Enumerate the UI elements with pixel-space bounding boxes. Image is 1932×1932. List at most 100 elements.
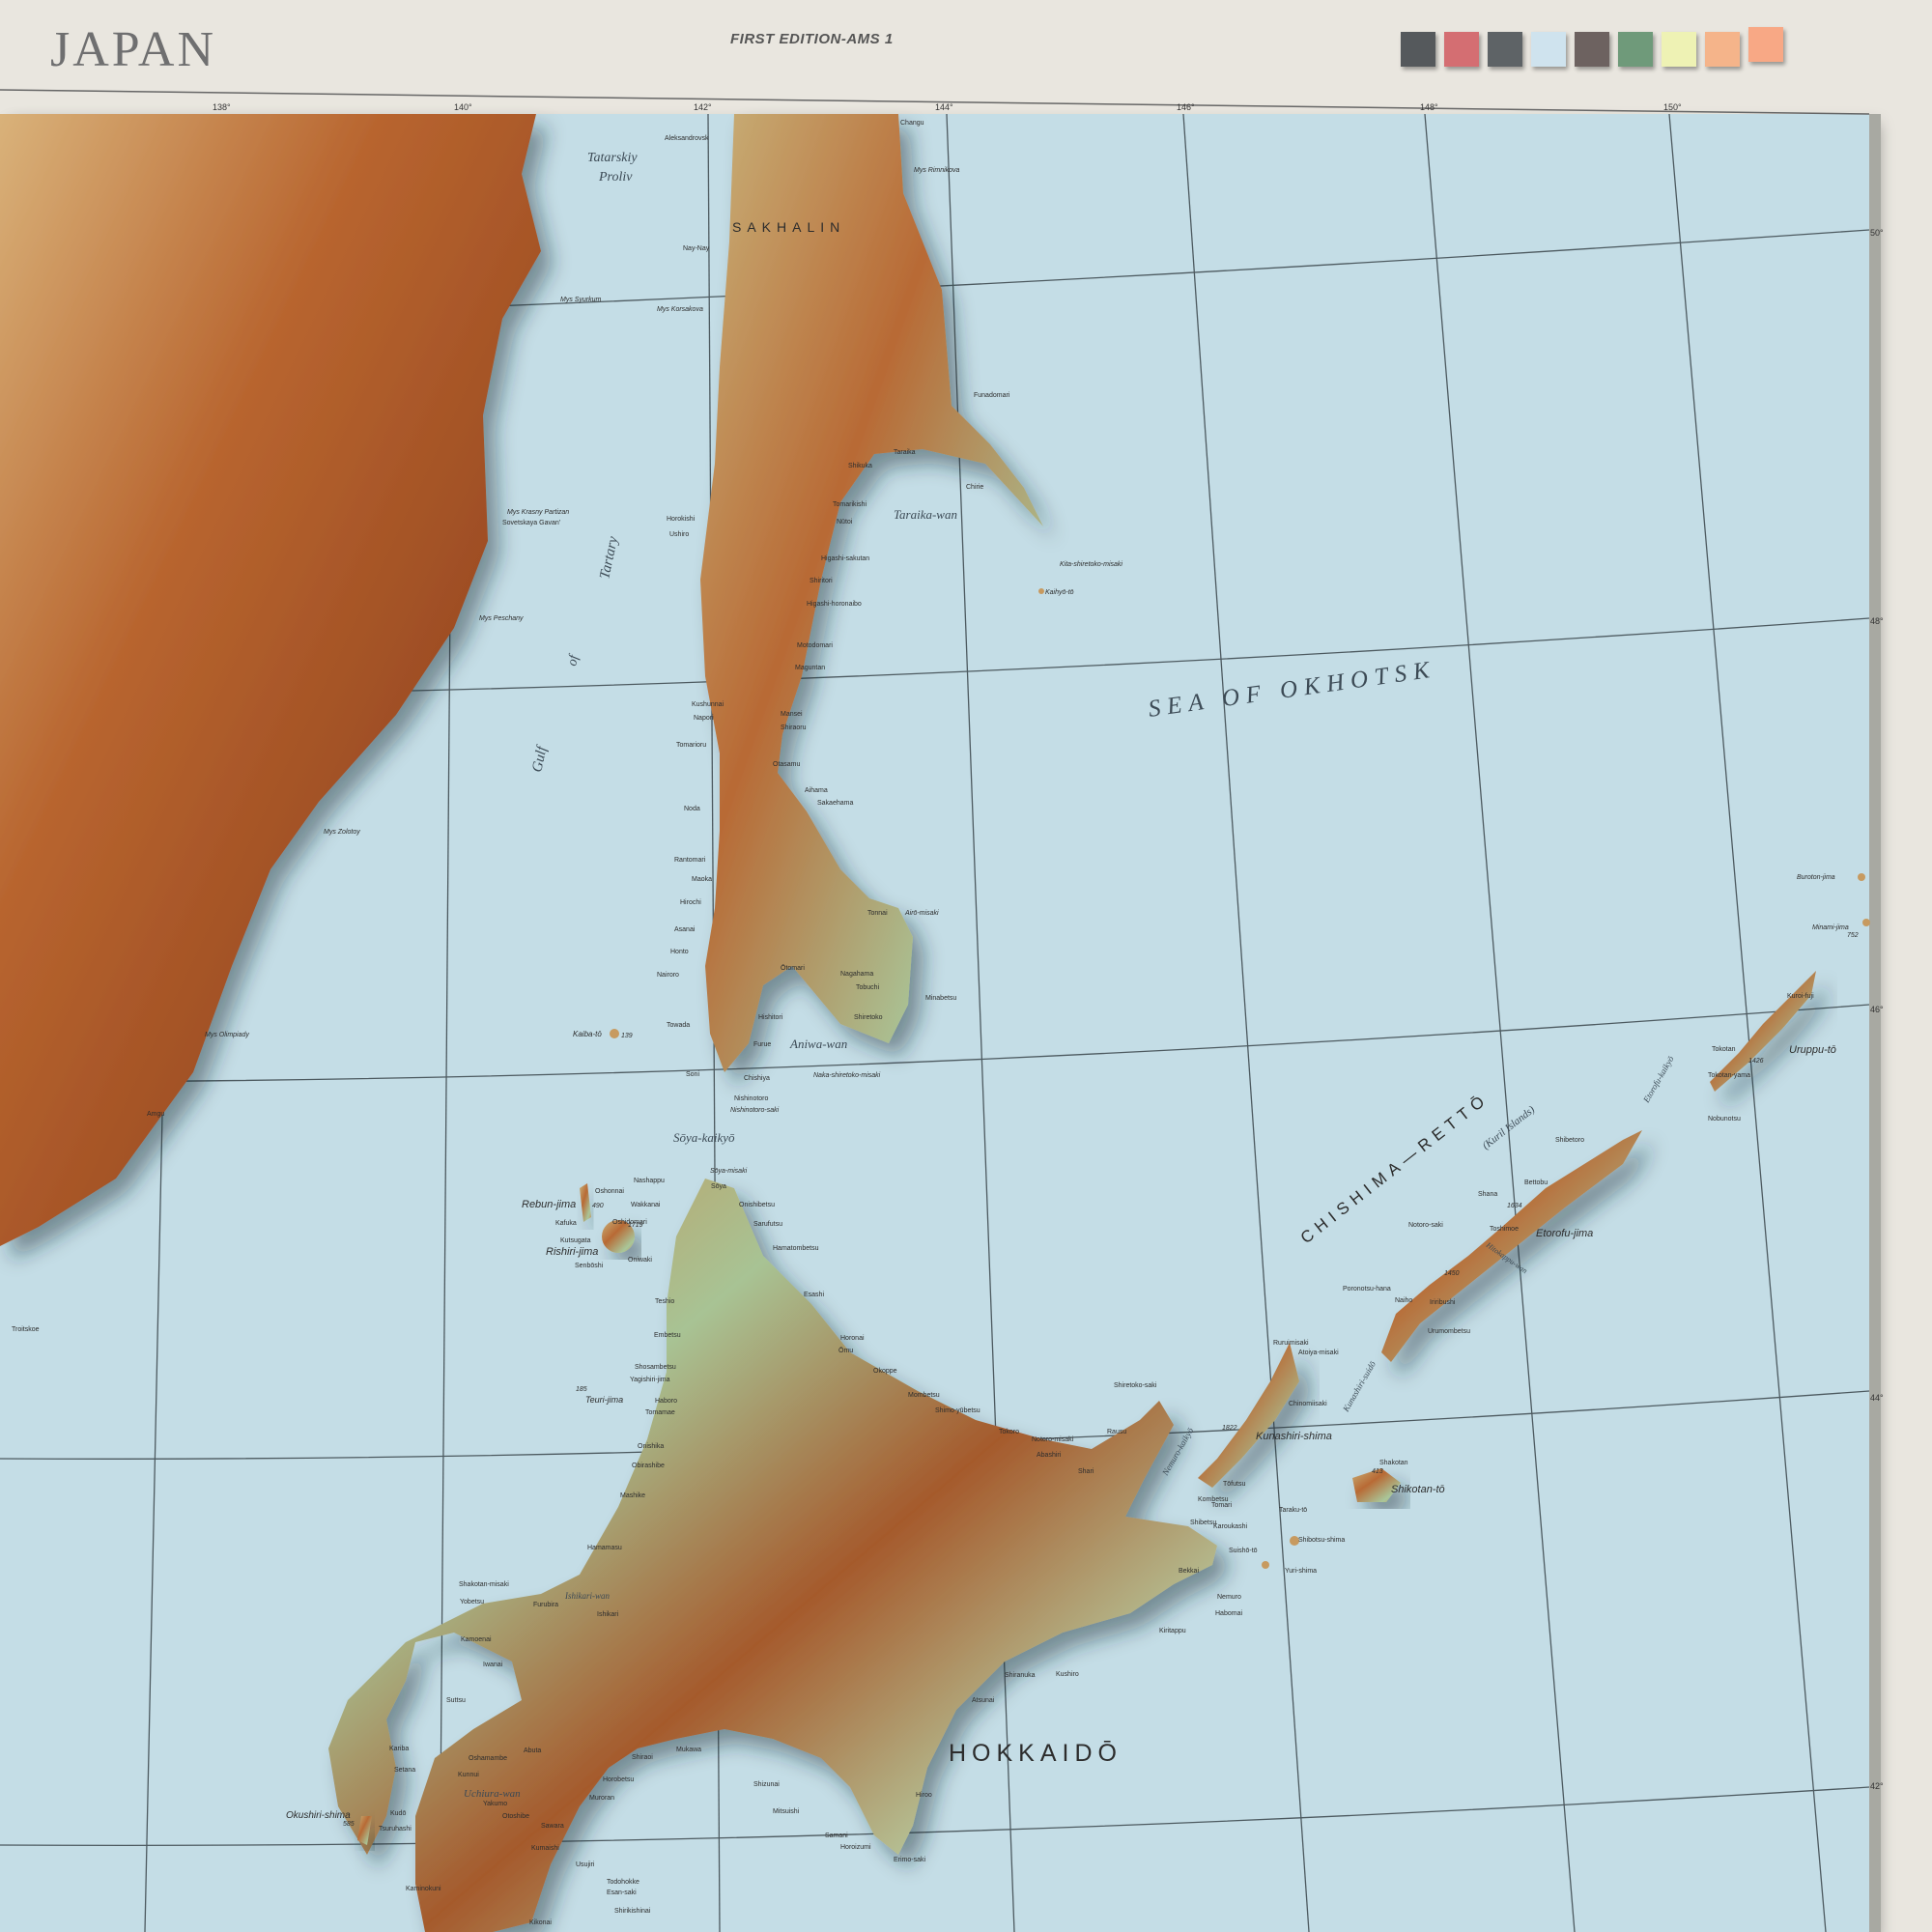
place-label: Okoppe [873,1368,897,1375]
place-label: Toshimoe [1490,1226,1519,1233]
place-label: Ōmu [838,1347,853,1354]
place-label: Kikonai [529,1919,552,1926]
place-label: Erimo-saki [894,1857,926,1863]
island-label: Minami-jima [1812,924,1849,931]
place-label: Muroran [589,1795,614,1802]
elevation: 490 [592,1203,604,1209]
island-label: Kunashiri-shima [1256,1431,1332,1442]
place-label: Funadomari [974,392,1010,399]
place-label: Mys Zolotoy [324,829,360,836]
place-label: Furubira [533,1602,558,1608]
place-label: Oshamambe [469,1755,507,1762]
place-label: Kunnui [458,1772,479,1778]
place-label: Obirashibe [632,1463,665,1469]
place-label: Chinomiisaki [1289,1401,1327,1407]
elevation: 185 [576,1386,587,1393]
place-label: Aleksandrovsk [665,135,709,142]
lat-label: 50° [1870,228,1884,238]
place-label: Tokotan [1712,1046,1736,1053]
place-label: Naiho [1395,1297,1412,1304]
place-label: Sōya [711,1183,726,1190]
place-label: Tobuchi [856,984,880,991]
island-label: Buroton-jima [1797,874,1835,881]
place-label: Esan-saki [607,1889,637,1896]
place-label: Shari [1078,1468,1094,1475]
place-label: Shakotan-misaki [459,1581,509,1588]
island-label: Rishiri-jima [546,1246,598,1258]
place-label: Kaminokuni [406,1886,441,1892]
place-label: Tomari [1211,1502,1232,1509]
panel-edge [1869,114,1881,1932]
place-label: Sarufutsu [753,1221,782,1228]
place-label: Teshio [655,1298,674,1305]
place-label: Nairoro [657,972,679,979]
place-label: Kushunnai [692,701,724,708]
place-label: Onishika [638,1443,664,1450]
place-label: Ōtomari [781,964,805,972]
place-label: Shizunai [753,1781,780,1788]
island-label: Etorofu-jima [1536,1228,1593,1239]
place-label: Naka-shiretoko-misaki [813,1072,881,1079]
place-label: Mashike [620,1492,645,1499]
place-label: Tomarioru [676,742,706,749]
water-label: Taraika-wan [894,507,957,522]
place-label: Horoizumi [840,1844,871,1851]
place-label: Troitskoe [12,1326,40,1333]
place-label: Tōfutsu [1223,1481,1245,1488]
place-label: Taraika [894,449,916,456]
place-label: Shibotsu-shima [1298,1537,1345,1544]
place-label: Minabetsu [925,995,956,1002]
lat-label: 44° [1870,1393,1884,1403]
elevation: 1450 [1444,1270,1460,1277]
place-label: Mys Korsakova [657,306,703,313]
place-label: Horokishi [667,516,696,523]
lon-label: 144° [935,102,953,112]
elevation: 585 [343,1821,355,1828]
lon-label: 142° [694,102,712,112]
sakhalin-label: SAKHALIN [732,219,845,235]
place-label: Shirikishinai [614,1908,651,1915]
place-label: Bekkai [1179,1568,1199,1575]
lon-label: 138° [213,102,231,112]
hokkaido-label: HOKKAIDŌ [949,1740,1122,1767]
place-label: Maoka [692,876,712,883]
place-label: Tokotan-yama [1708,1072,1750,1079]
place-label: Napori [694,715,714,722]
place-label: Embetsu [654,1332,681,1339]
place-label: Shiranuka [1005,1672,1036,1679]
place-label: Oshidomari [612,1219,647,1226]
place-label: Shiretoko [854,1014,883,1021]
island-label: Kaiba-tō [573,1030,602,1038]
lon-label: 140° [454,102,472,112]
place-label: Rantomari [674,857,706,864]
place-label: Urumombetsu [1428,1328,1470,1335]
place-label: Mys Peschany [479,615,524,622]
place-label: Shana [1478,1191,1497,1198]
habomai-islet [1262,1561,1269,1569]
kaiba-islet [610,1029,619,1038]
place-label: Sawara [541,1823,564,1830]
place-label: Mys Olimpiady [205,1032,249,1038]
elevation: 413 [1372,1468,1383,1475]
place-label: Sōya-misaki [710,1168,748,1175]
place-label: Airō-misaki [904,910,939,917]
water-label: Aniwa-wan [789,1037,847,1051]
place-label: Hamamasu [587,1545,622,1551]
place-label: Higashi-horonaibo [807,601,862,608]
place-label: Oniwaki [628,1257,652,1264]
place-label: Abashiri [1037,1452,1062,1459]
place-label: Nashappu [634,1178,665,1184]
kaihyo-islet [1038,588,1044,594]
place-label: Amgu [147,1111,164,1118]
island-label: Uruppu-tō [1789,1044,1836,1056]
elevation: 1634 [1507,1203,1522,1209]
place-label: Sovetskaya Gavan' [502,520,560,526]
place-label: Mukawa [676,1747,701,1753]
place-label: Shiraoi [632,1754,653,1761]
place-label: Chirie [966,484,983,491]
place-label: Mitsuishi [773,1808,800,1815]
place-label: Kiritappu [1159,1628,1186,1634]
place-label: Nemuro [1217,1594,1241,1601]
place-label: Ushiro [669,531,689,538]
place-label: Samani [825,1833,848,1839]
